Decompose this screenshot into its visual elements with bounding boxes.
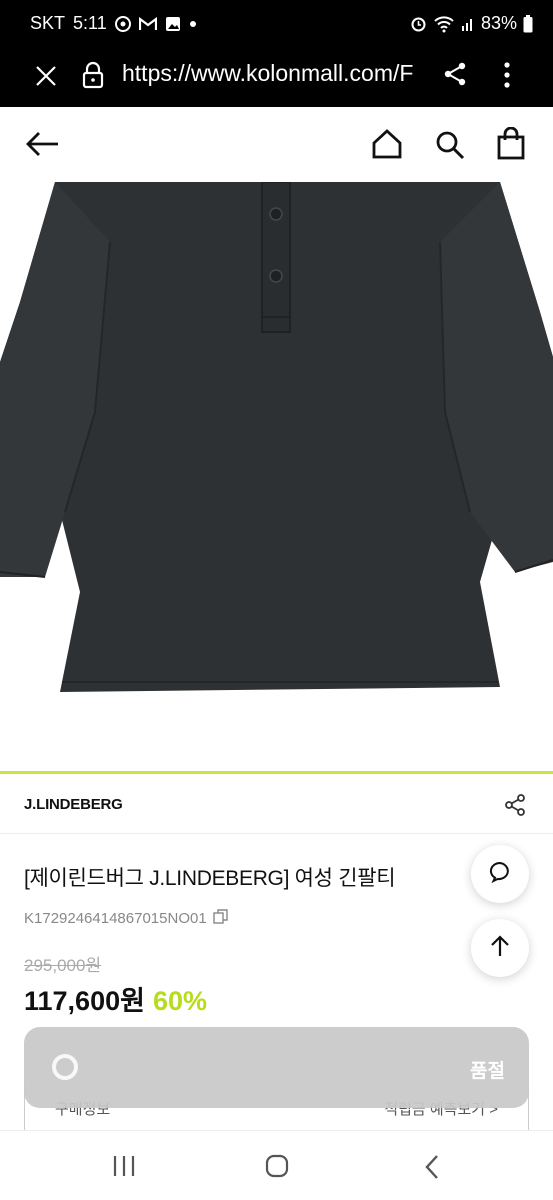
arrow-up-icon [490, 934, 510, 962]
product-title: [제이린드버그 J.LINDEBERG] 여성 긴팔티 [24, 867, 396, 890]
chat-icon [489, 861, 511, 888]
wifi-icon [433, 15, 455, 33]
copy-icon[interactable] [212, 909, 228, 928]
soldout-label: 품절 [470, 1061, 505, 1082]
battery-icon [523, 14, 533, 33]
back-nav-icon[interactable] [424, 1154, 440, 1185]
long-sleeve-polo-illustration [0, 182, 553, 692]
search-icon[interactable] [434, 129, 466, 166]
soldout-bar[interactable]: 품절 [24, 1027, 529, 1108]
dot-icon [189, 20, 197, 28]
current-price: 117,600원 [24, 986, 145, 1016]
status-bar: SKT 5:11 83% [0, 0, 553, 46]
system-nav-bar [0, 1130, 553, 1200]
gallery-icon [165, 16, 181, 32]
back-arrow-icon[interactable] [24, 130, 60, 163]
clock: 5:11 [73, 13, 107, 33]
price-row: 117,600원 60% [24, 979, 207, 1018]
carrier-label: SKT [30, 13, 66, 33]
app-header [0, 107, 553, 182]
product-image[interactable] [0, 182, 553, 772]
lock-icon[interactable] [82, 61, 104, 94]
recent-apps-icon[interactable] [112, 1155, 136, 1182]
product-code-row: K1729246414867015NO01 [24, 909, 228, 928]
gmail-icon [138, 16, 157, 31]
cart-bag-icon[interactable] [496, 126, 526, 166]
browser-bar: https://www.kolonmall.com/F [0, 46, 553, 107]
brand-row: J.LINDEBERG [0, 774, 553, 834]
discount-rate: 60% [152, 986, 207, 1016]
scroll-top-button[interactable] [471, 919, 529, 977]
status-left: SKT 5:11 [30, 13, 197, 34]
status-right: 83% [410, 13, 533, 34]
share-icon[interactable] [442, 61, 468, 92]
share-icon[interactable] [503, 793, 527, 822]
signal-icon [461, 16, 475, 32]
loading-spinner-icon [52, 1054, 78, 1080]
home-button-icon[interactable] [265, 1154, 289, 1183]
battery-percent: 83% [480, 13, 517, 33]
home-icon[interactable] [371, 129, 403, 164]
chat-button[interactable] [471, 845, 529, 903]
original-price: 295,000원 [24, 956, 102, 975]
close-icon[interactable] [34, 64, 58, 93]
product-code: K1729246414867015NO01 [24, 910, 207, 927]
more-icon[interactable] [503, 61, 511, 94]
url-field[interactable]: https://www.kolonmall.com/F [122, 60, 422, 87]
chrome-icon [114, 15, 131, 32]
brand-name[interactable]: J.LINDEBERG [24, 796, 123, 813]
alarm-icon [410, 15, 427, 32]
